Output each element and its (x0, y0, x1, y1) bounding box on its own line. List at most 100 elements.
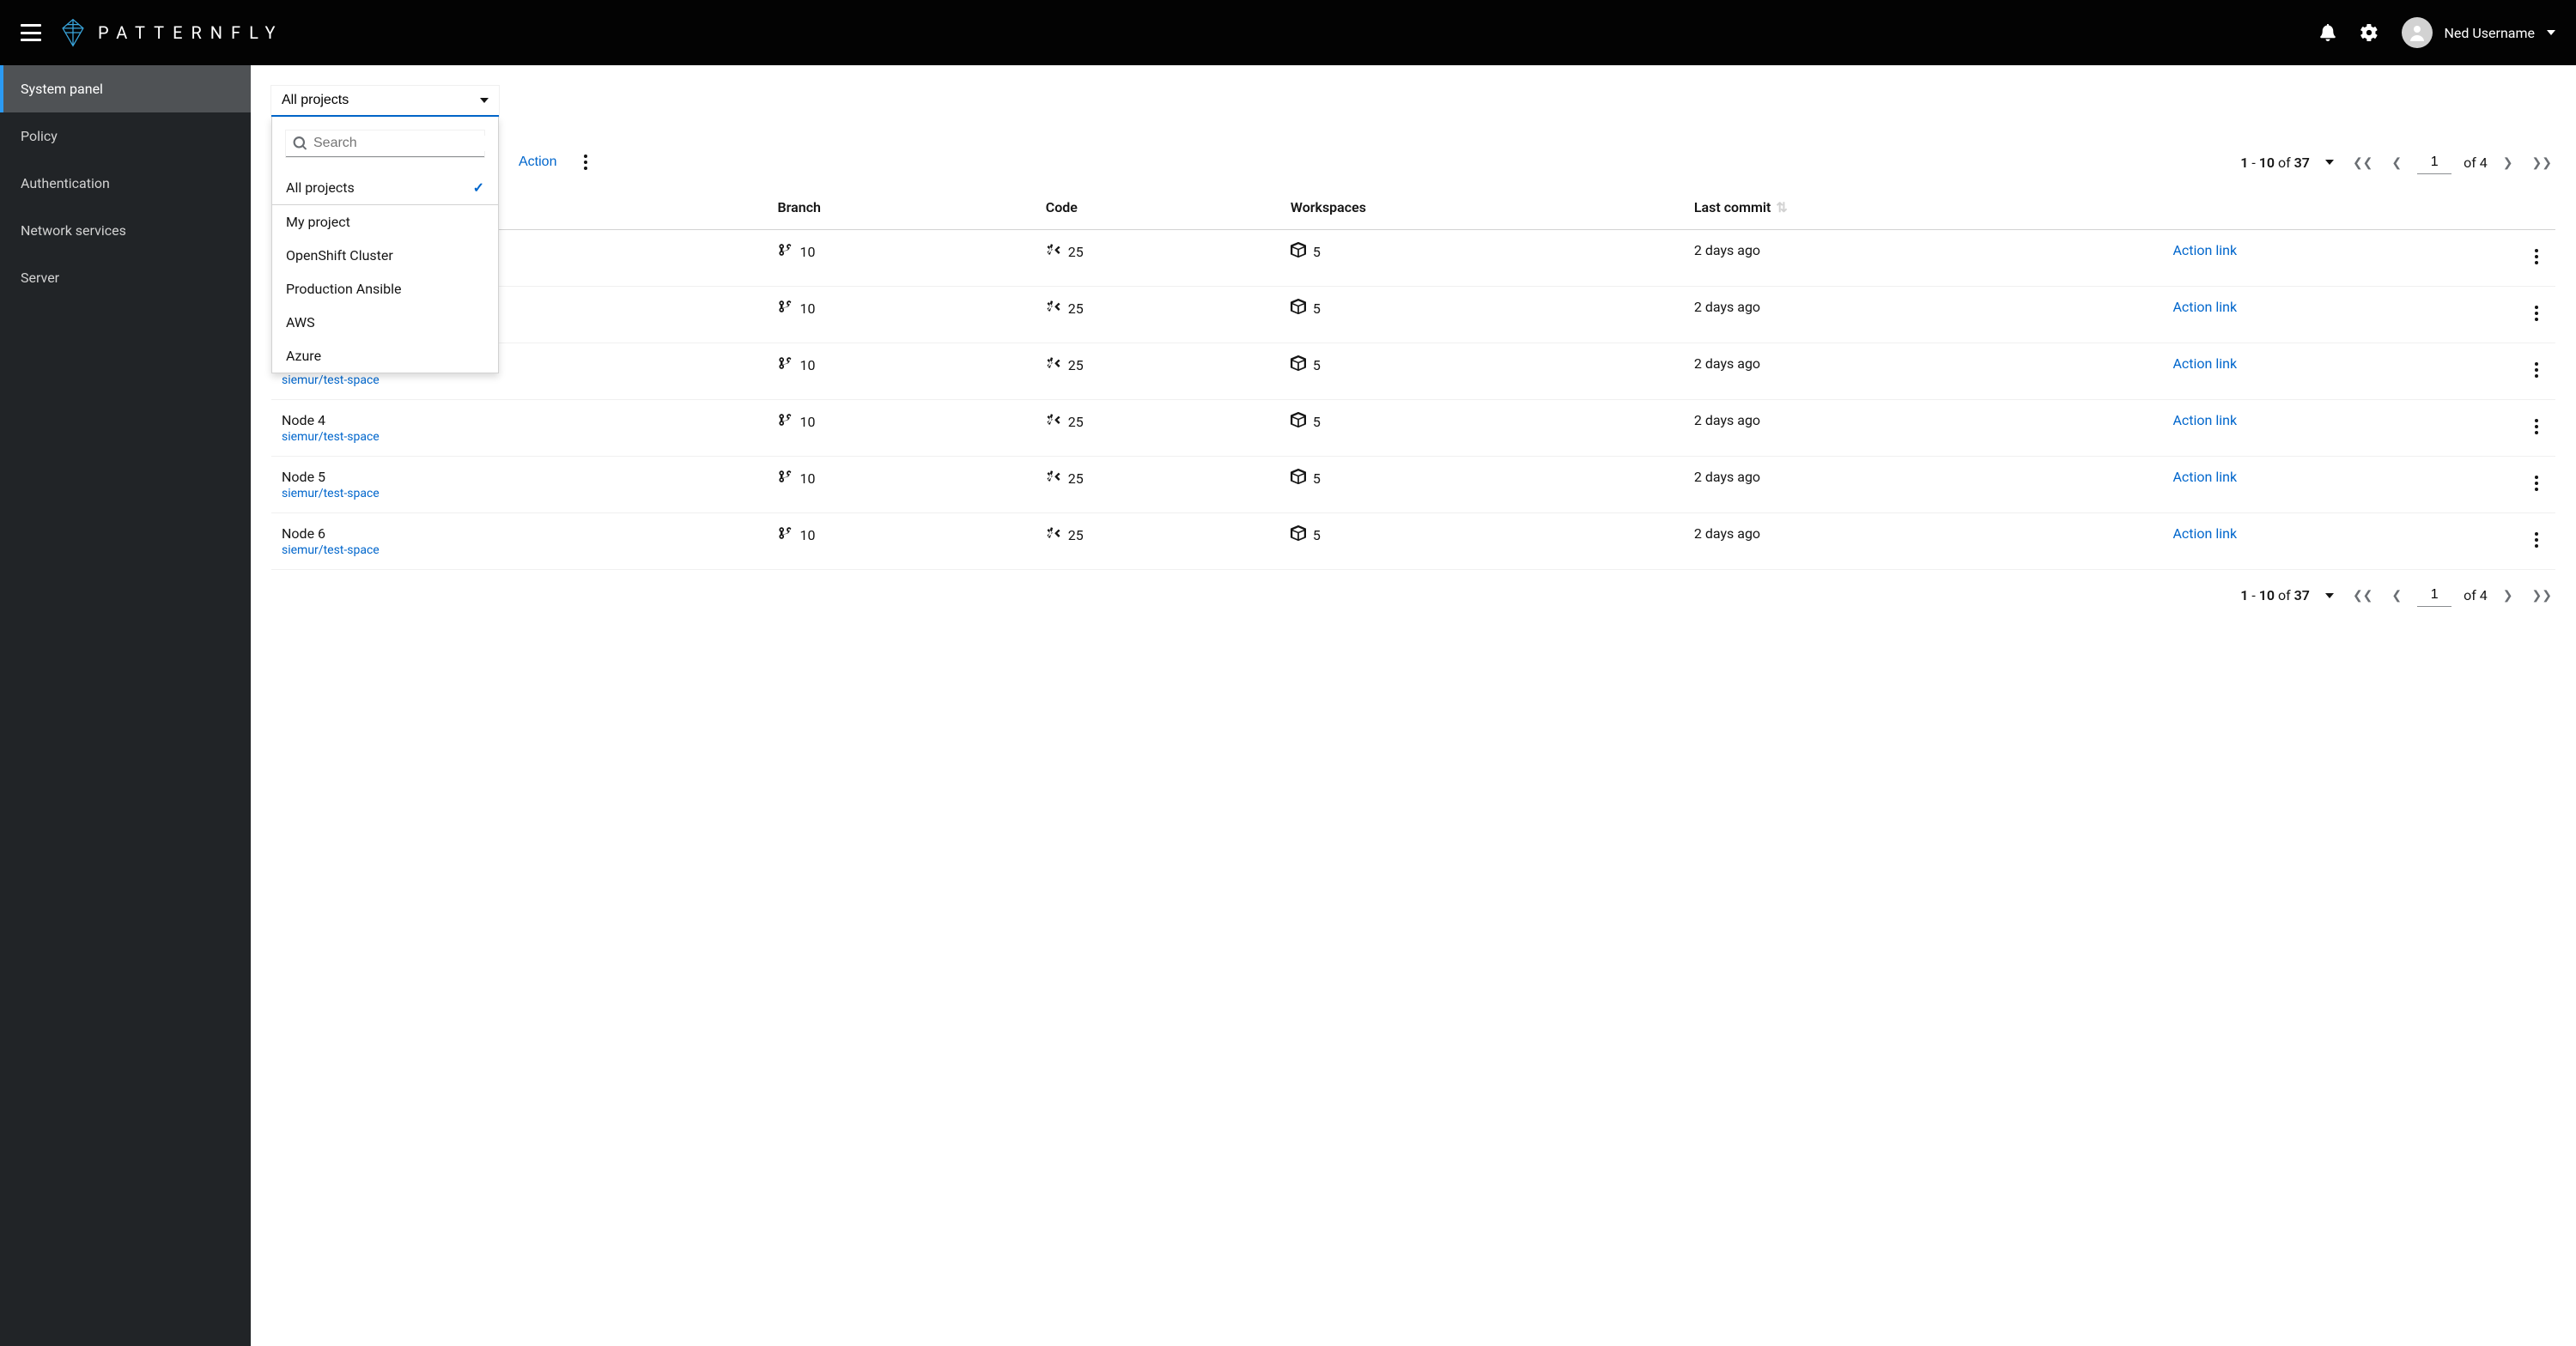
last-commit-value: 2 days ago (1684, 400, 2163, 457)
last-commit-value: 2 days ago (1684, 343, 2163, 400)
workspaces-value: 5 (1313, 244, 1321, 260)
brand-logo[interactable]: PATTERNFLY (58, 18, 284, 47)
row-kebab[interactable] (2528, 355, 2545, 385)
pagination-last-bottom[interactable]: ❯❯ (2529, 585, 2555, 606)
context-search-wrap (272, 117, 498, 171)
context-option-azure[interactable]: Azure (272, 339, 498, 373)
check-icon: ✓ (473, 179, 484, 196)
workspaces-value: 5 (1313, 527, 1321, 543)
pagination-range-bottom: 1 - 10 of 37 (2240, 587, 2310, 603)
table-row: Node 2siemur/test-space102552 days agoAc… (271, 287, 2555, 343)
branch-icon (778, 469, 793, 488)
caret-down-icon (2547, 30, 2555, 35)
pagination-page-input-bottom[interactable] (2417, 584, 2451, 607)
node-link[interactable]: siemur/test-space (282, 543, 757, 557)
cube-icon (1291, 355, 1306, 374)
user-dropdown[interactable]: Ned Username (2402, 17, 2555, 48)
brand-text: PATTERNFLY (98, 22, 284, 43)
bell-icon[interactable] (2319, 24, 2336, 41)
servers-table: Name Branch Code Workspaces Last commit⇅… (271, 185, 2555, 570)
pagination-prev[interactable]: ❮ (2388, 152, 2405, 173)
node-link[interactable]: siemur/test-space (282, 373, 757, 387)
sidebar-item-server[interactable]: Server (0, 254, 251, 301)
pagination-next[interactable]: ❯ (2500, 152, 2517, 173)
branch-icon (778, 299, 793, 318)
row-action-link[interactable]: Action link (2172, 299, 2237, 315)
column-header-code[interactable]: Code (1036, 185, 1280, 230)
workspaces-value: 5 (1313, 300, 1321, 317)
row-action-link[interactable]: Action link (2172, 525, 2237, 542)
branch-value: 10 (800, 414, 816, 430)
code-value: 25 (1068, 527, 1084, 543)
pagination-last[interactable]: ❯❯ (2529, 152, 2555, 173)
pagination-bottom: 1 - 10 of 37 ❮❮ ❮ of 4 ❯ ❯❯ (271, 570, 2555, 621)
context-option-aws[interactable]: AWS (272, 306, 498, 339)
sidebar-item-policy[interactable]: Policy (0, 112, 251, 160)
code-value: 25 (1068, 414, 1084, 430)
toolbar-kebab[interactable] (577, 148, 594, 177)
column-header-workspaces[interactable]: Workspaces (1280, 185, 1684, 230)
node-name: Node 5 (282, 469, 757, 485)
context-selector-label: All projects (282, 93, 349, 108)
context-selector: All projects All projects✓My projectOpen… (271, 86, 499, 117)
items-per-page-toggle[interactable] (2325, 160, 2334, 165)
code-value: 25 (1068, 470, 1084, 487)
context-search-input[interactable] (307, 136, 491, 151)
cube-icon (1291, 525, 1306, 544)
context-option-production-ansible[interactable]: Production Ansible (272, 272, 498, 306)
gear-icon[interactable] (2360, 24, 2378, 41)
node-link[interactable]: siemur/test-space (282, 487, 757, 500)
action-button[interactable]: Action (519, 155, 556, 170)
row-action-link[interactable]: Action link (2172, 242, 2237, 258)
context-option-my-project[interactable]: My project (272, 205, 498, 239)
node-link[interactable]: siemur/test-space (282, 430, 757, 444)
table-row: Node 1siemur/test-space102552 days agoAc… (271, 230, 2555, 287)
cube-icon (1291, 299, 1306, 318)
code-icon (1046, 355, 1061, 374)
branch-icon (778, 242, 793, 261)
row-kebab[interactable] (2528, 469, 2545, 498)
workspaces-value: 5 (1313, 414, 1321, 430)
toolbar: Action 1 - 10 of 37 ❮❮ ❮ of 4 ❯ ❯❯ (271, 147, 2555, 178)
row-kebab[interactable] (2528, 299, 2545, 328)
logo-icon (58, 18, 88, 47)
pagination-next-bottom[interactable]: ❯ (2500, 585, 2517, 606)
masthead-right: Ned Username (2319, 17, 2555, 48)
row-action-link[interactable]: Action link (2172, 469, 2237, 485)
pagination-first[interactable]: ❮❮ (2349, 152, 2376, 173)
row-action-link[interactable]: Action link (2172, 355, 2237, 372)
node-name: Node 4 (282, 412, 757, 428)
branch-value: 10 (800, 470, 816, 487)
context-option-openshift-cluster[interactable]: OpenShift Cluster (272, 239, 498, 272)
pagination-page-input[interactable] (2417, 151, 2451, 174)
row-kebab[interactable] (2528, 412, 2545, 441)
code-icon (1046, 412, 1061, 431)
items-per-page-toggle-bottom[interactable] (2325, 593, 2334, 598)
pagination-of-pages: of 4 (2464, 155, 2488, 171)
main-content: All projects All projects✓My projectOpen… (251, 65, 2576, 1346)
masthead-left: PATTERNFLY (21, 18, 284, 47)
sidebar-item-network-services[interactable]: Network services (0, 207, 251, 254)
code-value: 25 (1068, 357, 1084, 373)
row-kebab[interactable] (2528, 242, 2545, 271)
table-row: Node 3siemur/test-space102552 days agoAc… (271, 343, 2555, 400)
table-row: Node 5siemur/test-space102552 days agoAc… (271, 457, 2555, 513)
branch-value: 10 (800, 527, 816, 543)
hamburger-menu-button[interactable] (21, 24, 41, 41)
row-action-link[interactable]: Action link (2172, 412, 2237, 428)
cube-icon (1291, 469, 1306, 488)
last-commit-value: 2 days ago (1684, 287, 2163, 343)
context-selector-toggle[interactable]: All projects (271, 86, 499, 117)
row-kebab[interactable] (2528, 525, 2545, 555)
pagination-prev-bottom[interactable]: ❮ (2388, 585, 2405, 606)
column-header-branch[interactable]: Branch (768, 185, 1036, 230)
code-value: 25 (1068, 244, 1084, 260)
last-commit-value: 2 days ago (1684, 513, 2163, 570)
column-header-last-commit[interactable]: Last commit⇅ (1684, 185, 2163, 230)
pagination-first-bottom[interactable]: ❮❮ (2349, 585, 2376, 606)
branch-value: 10 (800, 244, 816, 260)
sidebar-item-system-panel[interactable]: System panel (0, 65, 251, 112)
context-option-all-projects[interactable]: All projects✓ (272, 171, 498, 205)
last-commit-value: 2 days ago (1684, 230, 2163, 287)
sidebar-item-authentication[interactable]: Authentication (0, 160, 251, 207)
